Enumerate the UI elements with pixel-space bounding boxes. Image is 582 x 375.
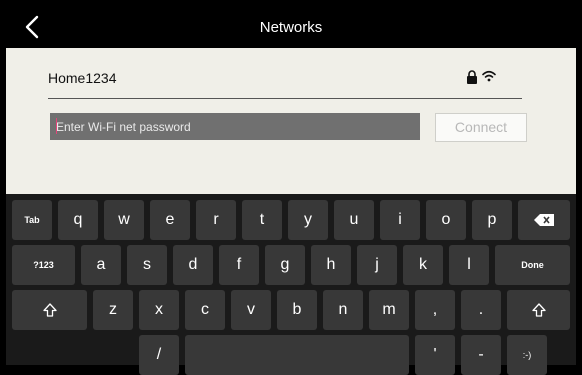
key-done[interactable]: Done [495, 245, 570, 285]
key-g[interactable]: g [265, 245, 305, 285]
key-space[interactable] [185, 335, 409, 375]
key-h[interactable]: h [311, 245, 351, 285]
key-apostrophe[interactable]: ' [415, 335, 455, 375]
key-w[interactable]: w [104, 200, 144, 240]
password-input[interactable] [50, 113, 420, 140]
key-o[interactable]: o [426, 200, 466, 240]
key-p[interactable]: p [472, 200, 512, 240]
key-i[interactable]: i [380, 200, 420, 240]
network-name: Home1234 [48, 70, 117, 86]
shift-icon [42, 303, 57, 317]
key-a[interactable]: a [81, 245, 121, 285]
key-hyphen[interactable]: - [461, 335, 501, 375]
key-backspace[interactable] [518, 200, 570, 240]
key-c[interactable]: c [185, 290, 225, 330]
key-l[interactable]: l [449, 245, 489, 285]
lock-icon [467, 70, 477, 84]
divider [48, 98, 522, 99]
key-emoticon[interactable]: :-) [507, 335, 547, 375]
key-numbers[interactable]: ?123 [12, 245, 75, 285]
key-q[interactable]: q [58, 200, 98, 240]
network-panel: Home1234 Connect [6, 48, 576, 194]
connect-button[interactable]: Connect [435, 113, 527, 142]
key-z[interactable]: z [93, 290, 133, 330]
key-m[interactable]: m [369, 290, 409, 330]
key-y[interactable]: y [288, 200, 328, 240]
key-b[interactable]: b [277, 290, 317, 330]
top-bar: Networks [6, 6, 576, 48]
key-tab[interactable]: Tab [12, 200, 52, 240]
key-comma[interactable]: , [415, 290, 455, 330]
key-u[interactable]: u [334, 200, 374, 240]
key-shift-right[interactable] [507, 290, 570, 330]
key-f[interactable]: f [219, 245, 259, 285]
backspace-icon [534, 214, 554, 226]
key-n[interactable]: n [323, 290, 363, 330]
key-slash[interactable]: / [139, 335, 179, 375]
page-title: Networks [259, 19, 323, 36]
on-screen-keyboard: Tab q w e r t y u i o p ?123 a s d f g h… [6, 194, 576, 375]
key-v[interactable]: v [231, 290, 271, 330]
key-d[interactable]: d [173, 245, 213, 285]
key-r[interactable]: r [196, 200, 236, 240]
text-caret [56, 118, 57, 134]
wifi-icon [482, 70, 496, 82]
key-shift-left[interactable] [12, 290, 87, 330]
key-j[interactable]: j [357, 245, 397, 285]
key-x[interactable]: x [139, 290, 179, 330]
key-e[interactable]: e [150, 200, 190, 240]
key-k[interactable]: k [403, 245, 443, 285]
key-t[interactable]: t [242, 200, 282, 240]
shift-icon [531, 303, 546, 317]
key-s[interactable]: s [127, 245, 167, 285]
key-period[interactable]: . [461, 290, 501, 330]
